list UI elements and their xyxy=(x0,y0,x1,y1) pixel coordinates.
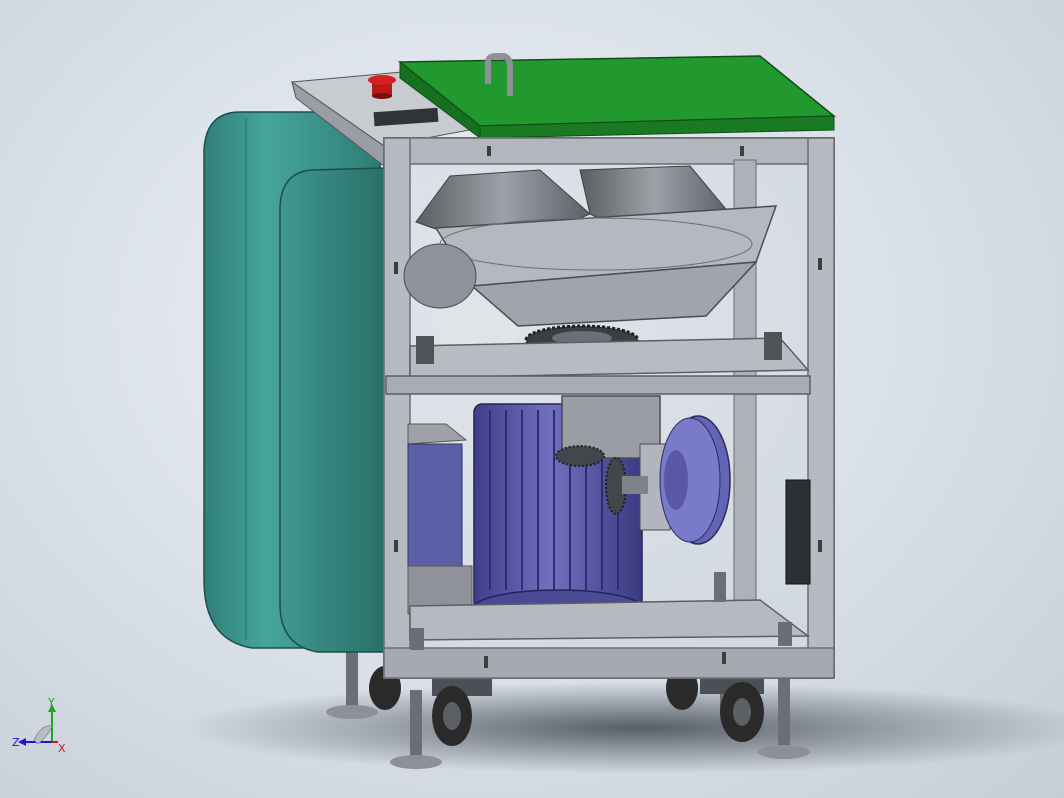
side-cover[interactable] xyxy=(203,111,385,653)
coordinate-triad: Y Z X xyxy=(12,696,66,755)
side-device xyxy=(785,479,811,585)
machine-model[interactable] xyxy=(0,0,1064,798)
top-cover[interactable] xyxy=(397,55,837,139)
floor-shadow xyxy=(180,682,1064,774)
brake-disk xyxy=(659,415,731,545)
side-plate xyxy=(407,423,473,615)
3d-viewport[interactable]: Y Z X xyxy=(0,0,1064,798)
y-axis-label: Y xyxy=(47,696,55,709)
emergency-stop-button[interactable] xyxy=(368,75,396,99)
x-axis-label: X xyxy=(58,742,66,755)
z-axis-label: Z xyxy=(12,736,20,749)
